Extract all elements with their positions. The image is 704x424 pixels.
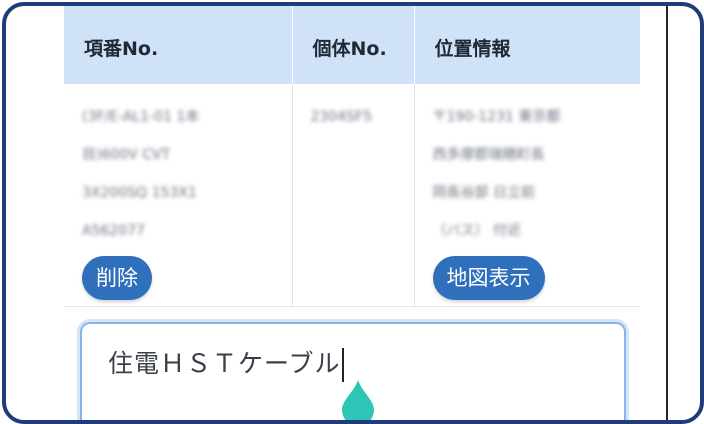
show-map-button[interactable]: 地図表示 xyxy=(432,256,545,300)
column-header-location: 位置情報 xyxy=(413,6,640,84)
location-address: 〒190-1231 東京都 西多摩郡瑞穂町長 岡長谷部 日立前 （バス） 付近 xyxy=(432,109,561,239)
phone-frame: 項番No. 個体No. 位置情報 (3F/E-AL1-01 1本 目)600V … xyxy=(2,2,704,424)
item-description: (3F/E-AL1-01 1本 目)600V CVT 3X200SQ 153X1… xyxy=(82,109,200,239)
delete-button[interactable]: 削除 xyxy=(82,256,152,300)
column-header-item-no: 項番No. xyxy=(64,6,292,84)
individual-no-value: 2304SF5 xyxy=(310,109,372,125)
text-cursor xyxy=(341,348,344,382)
table-header-row: 項番No. 個体No. 位置情報 xyxy=(64,6,640,84)
item-table: 項番No. 個体No. 位置情報 (3F/E-AL1-01 1本 目)600V … xyxy=(64,6,640,307)
cell-individual-no: 2304SF5 xyxy=(291,84,414,307)
cell-item-no: (3F/E-AL1-01 1本 目)600V CVT 3X200SQ 153X1… xyxy=(64,84,292,307)
selection-handle-icon[interactable] xyxy=(340,378,376,424)
table-row: (3F/E-AL1-01 1本 目)600V CVT 3X200SQ 153X1… xyxy=(64,84,640,307)
cell-location: 〒190-1231 東京都 西多摩郡瑞穂町長 岡長谷部 日立前 （バス） 付近 … xyxy=(413,84,640,307)
column-header-individual-no: 個体No. xyxy=(291,6,414,84)
cable-name-value: 住電ＨＳＴケーブル xyxy=(108,349,341,378)
scroll-divider xyxy=(666,6,668,420)
